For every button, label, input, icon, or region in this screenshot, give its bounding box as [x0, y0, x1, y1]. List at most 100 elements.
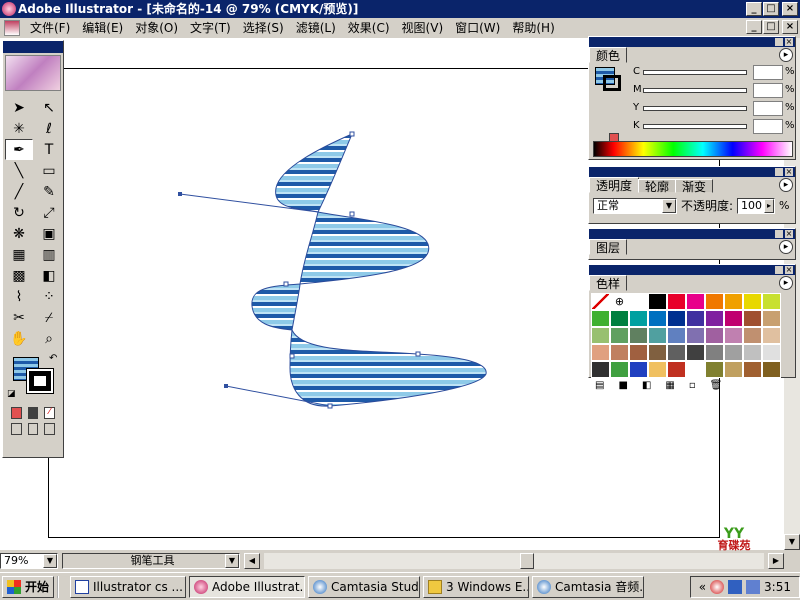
registration-swatch[interactable]: ⊕	[610, 293, 629, 310]
swatch[interactable]	[705, 327, 724, 344]
close-button[interactable]: ×	[782, 2, 798, 16]
panel-menu-icon[interactable]: ▸	[779, 178, 793, 192]
chevron-down-icon[interactable]: ▼	[662, 198, 676, 213]
swatch[interactable]	[629, 344, 648, 361]
swatch[interactable]	[648, 310, 667, 327]
swatch[interactable]	[762, 310, 781, 327]
pen-tool-icon[interactable]: ✒	[5, 139, 33, 160]
handle-point[interactable]	[224, 384, 228, 388]
taskbar-item-camtasia-audio[interactable]: Camtasia 音频...	[532, 575, 645, 598]
swatch[interactable]	[610, 361, 629, 378]
panel-minimize-button[interactable]	[775, 38, 783, 46]
black-slider[interactable]	[643, 124, 747, 129]
type-tool-icon[interactable]: T	[35, 139, 63, 160]
tab-gradient[interactable]: 渐变	[675, 179, 714, 194]
doc-restore-button[interactable]: □	[763, 20, 779, 34]
tab-color[interactable]: 颜色	[589, 47, 628, 63]
taskbar-item-adobe-illustrator[interactable]: Adobe Illustrat...	[189, 575, 306, 598]
direct-selection-tool-icon[interactable]: ↖	[35, 97, 63, 118]
anchor-point[interactable]	[415, 351, 421, 357]
warp-tool-icon[interactable]: ❋	[5, 223, 33, 244]
color-panel-titlebar[interactable]: ×	[589, 37, 795, 47]
swatch[interactable]	[762, 293, 781, 310]
swatch[interactable]	[686, 310, 705, 327]
anchor-point[interactable]	[289, 353, 295, 359]
panel-menu-icon[interactable]: ▸	[779, 240, 793, 254]
gradient-mode-icon[interactable]	[27, 407, 39, 419]
swatch[interactable]	[705, 361, 724, 378]
swatch[interactable]	[743, 327, 762, 344]
swatch[interactable]	[762, 344, 781, 361]
swatch[interactable]	[591, 344, 610, 361]
taskbar-item-illustrator-doc[interactable]: Illustrator cs ...	[70, 575, 187, 598]
document-icon[interactable]	[4, 20, 20, 36]
swatch[interactable]	[648, 361, 667, 378]
new-swatch-icon[interactable]: ▫	[689, 380, 696, 391]
swatch[interactable]	[762, 361, 781, 378]
swatch[interactable]	[743, 310, 762, 327]
swatch[interactable]	[705, 310, 724, 327]
magic-wand-tool-icon[interactable]: ✳	[5, 118, 33, 139]
scroll-down-button[interactable]: ▼	[784, 534, 800, 550]
panel-close-button[interactable]: ×	[785, 266, 793, 274]
chevron-down-icon[interactable]: ▼	[225, 554, 239, 568]
swatch[interactable]	[724, 344, 743, 361]
status-tool-field[interactable]: 钢笔工具 ▼	[62, 553, 240, 569]
menu-help[interactable]: 帮助(H)	[506, 18, 560, 38]
default-fill-stroke-icon[interactable]: ◪	[7, 389, 16, 399]
swatch[interactable]	[610, 310, 629, 327]
swatch[interactable]	[724, 310, 743, 327]
show-swatches-icon[interactable]: ▤	[595, 380, 604, 391]
tab-swatches[interactable]: 色样	[589, 275, 628, 291]
menu-file[interactable]: 文件(F)	[24, 18, 76, 38]
tray-expand-icon[interactable]: «	[699, 580, 706, 594]
horizontal-scroll-thumb[interactable]	[520, 553, 534, 569]
blend-mode-select[interactable]: 正常 ▼	[593, 197, 677, 214]
anchor-point[interactable]	[327, 403, 333, 409]
toolbox-titlebar[interactable]	[3, 41, 63, 53]
tab-transparency[interactable]: 透明度	[589, 177, 640, 193]
horizontal-scrollbar[interactable]	[264, 553, 764, 569]
swatch[interactable]	[686, 344, 705, 361]
lasso-tool-icon[interactable]: ℓ	[35, 118, 63, 139]
scroll-left-button[interactable]: ◀	[244, 553, 260, 569]
fill-stroke-selector[interactable]: ↶ ◪	[5, 353, 61, 401]
full-screen-mode-icon[interactable]	[44, 423, 56, 435]
standard-screen-mode-icon[interactable]	[11, 423, 22, 435]
black-value-field[interactable]	[753, 119, 783, 134]
stroke-swatch[interactable]	[26, 368, 54, 394]
panel-menu-icon[interactable]: ▸	[779, 276, 793, 290]
swatch[interactable]	[667, 361, 686, 378]
yellow-value-field[interactable]	[753, 101, 783, 116]
pattern-swatches-icon[interactable]: ▦	[665, 380, 674, 391]
scissors-tool-icon[interactable]: ✂	[5, 307, 33, 328]
panel-close-button[interactable]: ×	[785, 168, 793, 176]
opacity-field[interactable]: 100 ▸	[737, 197, 776, 214]
magenta-slider[interactable]	[643, 88, 747, 93]
tab-stroke[interactable]: 轮廓	[638, 179, 677, 194]
swatch[interactable]	[648, 327, 667, 344]
blend-tool-icon[interactable]: ⁘	[35, 286, 63, 307]
panel-close-button[interactable]: ×	[785, 230, 793, 238]
anchor-point[interactable]	[349, 211, 355, 217]
rotate-tool-icon[interactable]: ↻	[5, 202, 33, 223]
swatch[interactable]	[629, 361, 648, 378]
handle-point[interactable]	[178, 192, 182, 196]
swatch[interactable]	[648, 293, 667, 310]
full-screen-menu-mode-icon[interactable]	[27, 423, 39, 435]
doc-close-button[interactable]: ×	[782, 20, 798, 34]
swatch[interactable]	[667, 327, 686, 344]
tab-layers[interactable]: 图层	[589, 239, 628, 255]
swatch[interactable]	[743, 293, 762, 310]
color-spectrum-bar[interactable]	[593, 141, 793, 157]
start-button[interactable]: 开始	[2, 575, 55, 598]
chevron-down-icon[interactable]: ▼	[43, 554, 57, 568]
swatch[interactable]	[724, 361, 743, 378]
free-transform-tool-icon[interactable]: ▣	[35, 223, 63, 244]
magenta-value-field[interactable]	[753, 83, 783, 98]
doc-minimize-button[interactable]: _	[746, 20, 762, 34]
cyan-slider[interactable]	[643, 70, 747, 75]
eyedropper-tool-icon[interactable]: ⌇	[5, 286, 33, 307]
recorder-icon[interactable]	[710, 579, 725, 594]
zoom-tool-icon[interactable]: ⌕	[35, 328, 63, 349]
